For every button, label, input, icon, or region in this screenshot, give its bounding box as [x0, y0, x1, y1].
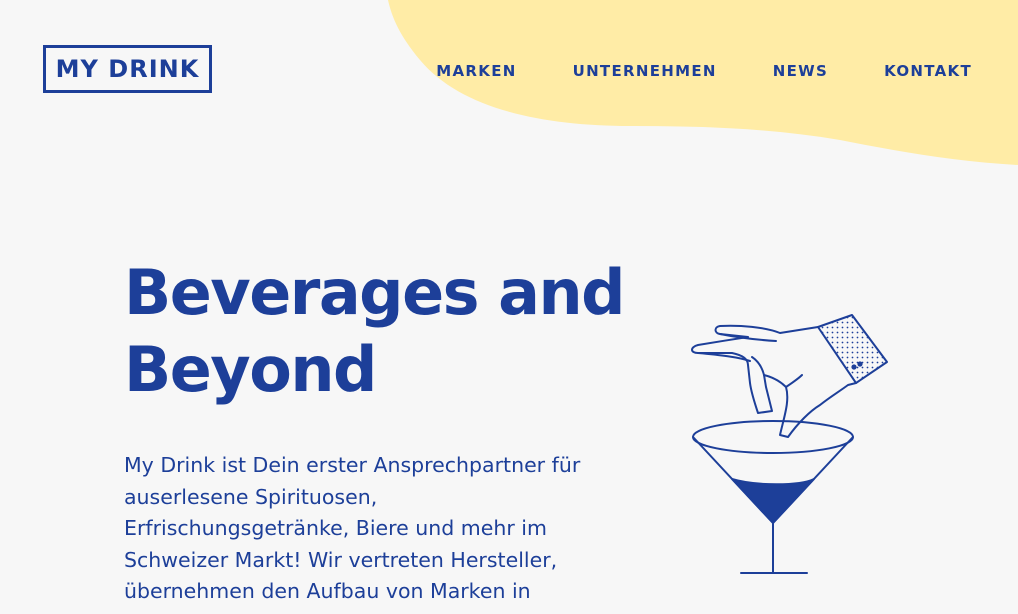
nav-item-kontakt[interactable]: KONTAKT: [884, 62, 972, 80]
nav-item-marken[interactable]: MARKEN: [436, 62, 516, 80]
logo[interactable]: MY DRINK: [43, 45, 212, 93]
hero-title-line-2: Beyond: [124, 333, 377, 406]
logo-text: MY DRINK: [55, 55, 200, 83]
nav-item-unternehmen[interactable]: UNTERNEHMEN: [573, 62, 717, 80]
hero-title-line-1: Beverages and: [124, 256, 625, 329]
nav-item-news[interactable]: NEWS: [773, 62, 828, 80]
main-navigation: MARKEN UNTERNEHMEN NEWS KONTAKT: [436, 62, 972, 80]
hero-description: My Drink ist Dein erster Ansprechpartner…: [124, 453, 581, 603]
hero-title: Beverages and Beyond: [124, 254, 684, 408]
cocktail-hand-icon: [691, 314, 888, 574]
